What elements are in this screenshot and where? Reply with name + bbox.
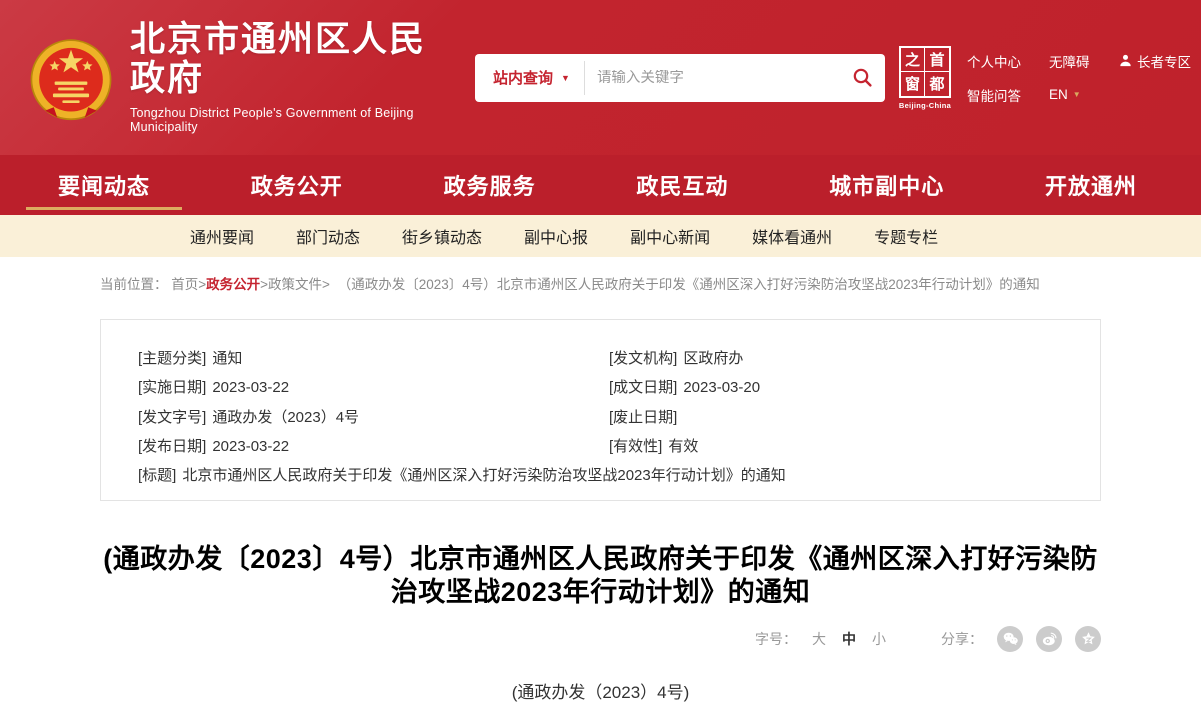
header-links: 个人中心 无障碍 长者专区 智能问答 EN ▼ [967, 51, 1191, 105]
search-bar: 站内查询 ▼ [475, 54, 885, 102]
search-input[interactable] [585, 70, 839, 86]
meta-title: [标题]北京市通州区人民政府关于印发《通州区深入打好污染防治攻坚战2023年行动… [138, 467, 1080, 484]
capital-char-bl: 窗 [901, 72, 925, 96]
nav-item-news[interactable]: 要闻动态 [58, 155, 150, 215]
main-nav: 要闻动态 政务公开 政务服务 政民互动 城市副中心 开放通州 [0, 155, 1201, 215]
share-icons [997, 626, 1101, 652]
person-icon [1119, 54, 1132, 67]
weibo-icon [1041, 630, 1058, 647]
site-header: 北京市通州区人民政府 Tongzhou District People's Go… [0, 0, 1201, 155]
capital-char-tr: 首 [925, 48, 949, 72]
font-size-large-button[interactable]: 大 [809, 629, 829, 649]
elderly-zone-link[interactable]: 长者专区 [1119, 51, 1191, 71]
content-container: [主题分类]通知 [发文机构]区政府办 [实施日期]2023-03-22 [成文… [100, 319, 1101, 703]
site-subtitle: Tongzhou District People's Government of… [130, 106, 429, 134]
qzone-share-button[interactable] [1075, 626, 1101, 652]
breadcrumb: 当前位置： 首页>政务公开>政策文件> （通政办发〔2023〕4号）北京市通州区… [100, 257, 1101, 303]
meta-document-number: [发文字号]通政办发（2023）4号 [138, 409, 609, 426]
breadcrumb-current: （通政办发〔2023〕4号）北京市通州区人民政府关于印发《通州区深入打好污染防治… [338, 277, 1040, 292]
breadcrumb-policy-docs[interactable]: 政策文件 [268, 277, 322, 292]
document-meta-grid: [主题分类]通知 [发文机构]区政府办 [实施日期]2023-03-22 [成文… [138, 350, 1080, 484]
share-label: 分享： [941, 629, 983, 649]
chevron-down-icon: ▼ [1073, 90, 1081, 99]
breadcrumb-gov-affairs[interactable]: 政务公开 [206, 277, 260, 292]
subnav-item-special-topics[interactable]: 专题专栏 [874, 224, 938, 248]
personal-center-label: 个人中心 [967, 51, 1021, 71]
capital-char-tl: 之 [901, 48, 925, 72]
site-title: 北京市通州区人民政府 [130, 21, 429, 98]
breadcrumb-separator: > [198, 277, 206, 292]
meta-publish-date: [发布日期]2023-03-22 [138, 438, 609, 455]
nav-item-interaction[interactable]: 政民互动 [636, 155, 728, 215]
document-toolbar: 字号： 大 中 小 分享： [100, 626, 1101, 652]
personal-center-link[interactable]: 个人中心 [967, 51, 1029, 71]
weibo-share-button[interactable] [1036, 626, 1062, 652]
wechat-share-button[interactable] [997, 626, 1023, 652]
page-title: (通政办发〔2023〕4号）北京市通州区人民政府关于印发《通州区深入打好污染防治… [100, 543, 1101, 609]
font-size-small-button[interactable]: 小 [869, 629, 889, 649]
national-emblem-icon [28, 35, 114, 121]
capital-window-logo[interactable]: 之 首 窗 都 Beijing-China [897, 46, 953, 110]
subnav-item-department-news[interactable]: 部门动态 [296, 224, 360, 248]
elderly-zone-label: 长者专区 [1137, 51, 1191, 71]
nav-item-open-tongzhou[interactable]: 开放通州 [1045, 155, 1137, 215]
subnav-item-media-view[interactable]: 媒体看通州 [752, 224, 832, 248]
search-category-dropdown[interactable]: 站内查询 ▼ [475, 67, 584, 88]
brand[interactable]: 北京市通州区人民政府 Tongzhou District People's Go… [28, 21, 429, 134]
accessibility-link[interactable]: 无障碍 [1049, 51, 1099, 71]
brand-text: 北京市通州区人民政府 Tongzhou District People's Go… [130, 21, 429, 134]
capital-logo-caption: Beijing-China [897, 101, 953, 110]
qzone-star-icon [1080, 630, 1097, 647]
subnav-item-township-news[interactable]: 街乡镇动态 [402, 224, 482, 248]
document-meta-box: [主题分类]通知 [发文机构]区政府办 [实施日期]2023-03-22 [成文… [100, 319, 1101, 501]
subnav-item-subcenter-paper[interactable]: 副中心报 [524, 224, 588, 248]
language-switcher[interactable]: EN ▼ [1049, 87, 1099, 102]
smart-qa-link[interactable]: 智能问答 [967, 85, 1029, 105]
meta-topic-category: [主题分类]通知 [138, 350, 609, 367]
font-size-medium-button[interactable]: 中 [839, 629, 859, 649]
meta-implementation-date: [实施日期]2023-03-22 [138, 379, 609, 396]
sub-nav: 通州要闻 部门动态 街乡镇动态 副中心报 副中心新闻 媒体看通州 专题专栏 [0, 215, 1201, 257]
font-size-label: 字号： [755, 629, 797, 649]
wechat-icon [1002, 630, 1019, 647]
chevron-down-icon: ▼ [561, 73, 570, 83]
nav-item-sub-center[interactable]: 城市副中心 [829, 155, 944, 215]
search-category-label: 站内查询 [493, 67, 553, 88]
meta-repeal-date: [废止日期] [609, 409, 1080, 426]
capital-window-grid: 之 首 窗 都 [899, 46, 951, 98]
breadcrumb-prefix: 当前位置： [100, 277, 168, 292]
nav-item-gov-affairs[interactable]: 政务公开 [251, 155, 343, 215]
breadcrumb-separator: > [260, 277, 268, 292]
search-button[interactable] [839, 54, 885, 102]
breadcrumb-home[interactable]: 首页 [171, 277, 198, 292]
smart-qa-label: 智能问答 [967, 85, 1021, 105]
document-number-line: (通政办发（2023）4号) [100, 678, 1101, 703]
meta-issuing-agency: [发文机构]区政府办 [609, 350, 1080, 367]
search-icon [852, 67, 873, 88]
breadcrumb-separator: > [322, 277, 330, 292]
capital-char-br: 都 [925, 72, 949, 96]
language-label: EN [1049, 87, 1068, 102]
subnav-item-subcenter-news[interactable]: 副中心新闻 [630, 224, 710, 248]
subnav-item-tongzhou-news[interactable]: 通州要闻 [190, 224, 254, 248]
accessibility-label: 无障碍 [1049, 51, 1090, 71]
meta-written-date: [成文日期]2023-03-20 [609, 379, 1080, 396]
nav-item-gov-services[interactable]: 政务服务 [444, 155, 536, 215]
meta-validity: [有效性]有效 [609, 438, 1080, 455]
